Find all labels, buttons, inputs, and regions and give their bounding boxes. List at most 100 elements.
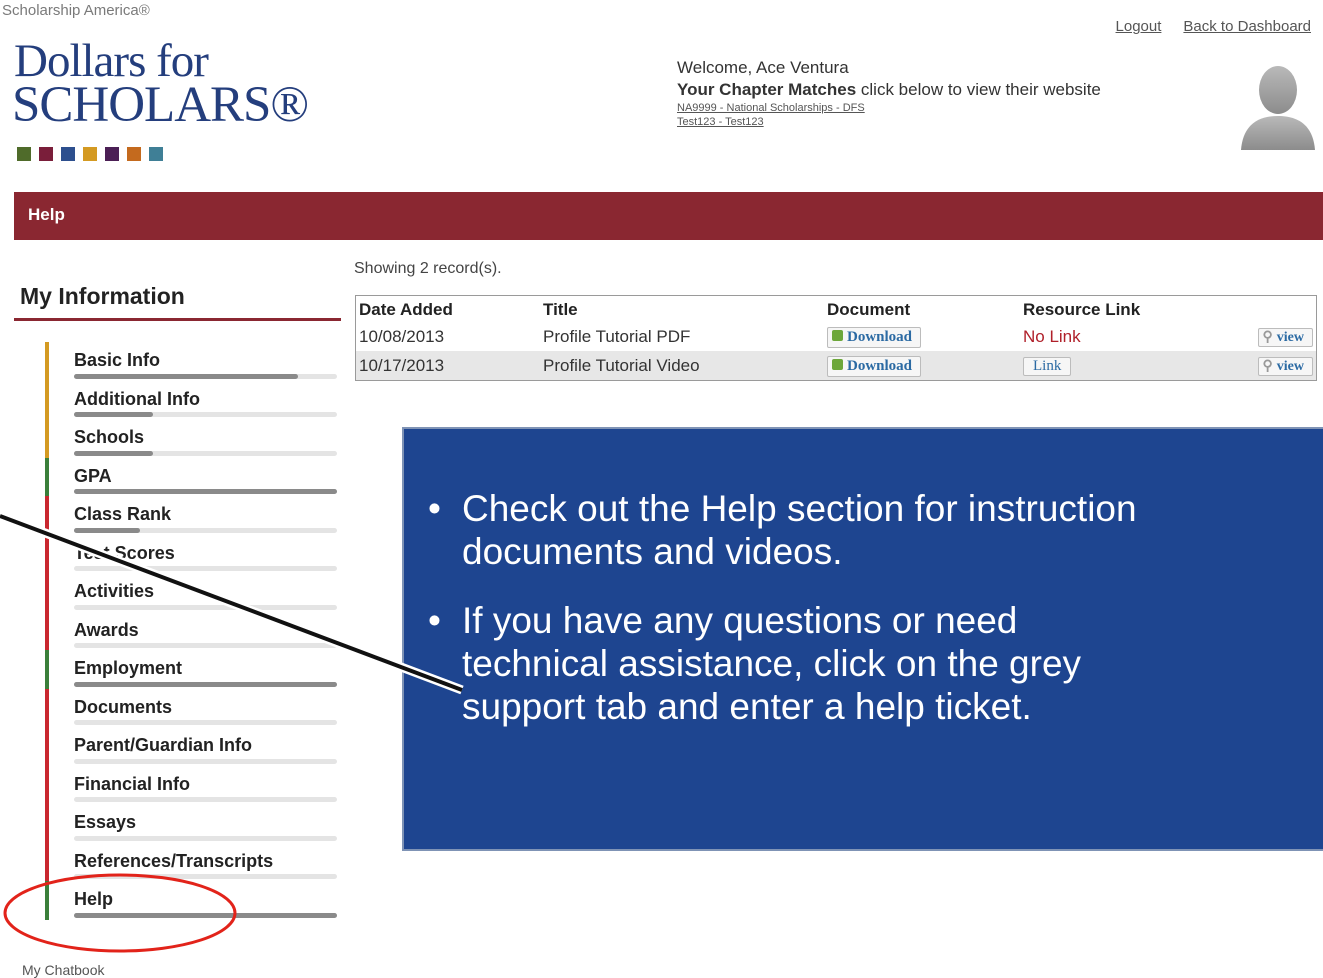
status-indicator xyxy=(45,688,49,727)
sidebar-item-label: Test Scores xyxy=(74,542,175,563)
callout-bullet-1-line-2: documents and videos. xyxy=(462,531,843,572)
table-row: 10/08/2013 Profile Tutorial PDF Download… xyxy=(356,322,1316,351)
status-indicator xyxy=(45,380,49,419)
back-to-dashboard-link[interactable]: Back to Dashboard xyxy=(1183,18,1311,35)
table-header-row: Date Added Title Document Resource Link xyxy=(356,296,1316,322)
help-callout: Check out the Help section for instructi… xyxy=(402,427,1323,851)
progress-track xyxy=(74,720,337,725)
sidebar-item-label: Financial Info xyxy=(74,773,191,794)
logo-square xyxy=(17,147,31,161)
callout-bullet-2: If you have any questions or need techni… xyxy=(404,599,1323,728)
sidebar-item-financial-info[interactable]: Financial Info xyxy=(45,765,341,804)
progress-track xyxy=(74,450,337,456)
chapter-link-2[interactable]: Test123 - Test123 xyxy=(677,116,1101,128)
sidebar-item-label: Parent/Guardian Info xyxy=(74,735,253,755)
cell-view: ⚲ view xyxy=(1246,322,1316,351)
download-button[interactable]: Download xyxy=(827,326,922,348)
progress-fill xyxy=(74,681,337,687)
magnifier-icon: ⚲ xyxy=(1262,330,1273,345)
sidebar-item-test-scores[interactable]: Test Scores xyxy=(45,534,341,573)
cell-title: Profile Tutorial PDF xyxy=(543,326,691,346)
records-count: Showing 2 record(s). xyxy=(354,260,502,277)
progress-track xyxy=(74,604,337,610)
welcome-greeting: Welcome, Ace Ventura xyxy=(677,58,849,77)
chapter-link-1[interactable]: NA9999 - National Scholarships - DFS xyxy=(677,102,1101,114)
col-resource-link: Resource Link xyxy=(1023,300,1141,319)
sidebar-item-references-transcripts[interactable]: References/Transcripts xyxy=(45,842,341,881)
sidebar-item-label: Schools xyxy=(74,427,145,447)
view-button[interactable]: ⚲ view xyxy=(1257,328,1313,347)
sidebar-item-label: GPA xyxy=(74,465,112,486)
status-indicator xyxy=(45,457,49,496)
cell-resource: No Link xyxy=(1020,322,1246,351)
top-links: Logout Back to Dashboard xyxy=(1116,18,1311,35)
logo-square xyxy=(105,147,119,161)
no-link-text: No Link xyxy=(1023,326,1081,346)
cell-resource: Link xyxy=(1020,351,1246,380)
status-indicator xyxy=(45,573,49,612)
sidebar-item-parent-guardian-info[interactable]: Parent/Guardian Info xyxy=(45,727,341,766)
logo-color-squares xyxy=(17,147,163,161)
progress-track xyxy=(74,681,337,687)
logo-square xyxy=(61,147,75,161)
progress-track xyxy=(74,874,337,879)
col-date-added: Date Added xyxy=(359,300,453,319)
chapter-matches-text: Your Chapter Matches click below to view… xyxy=(677,80,1101,100)
progress-track xyxy=(74,835,337,841)
sidebar-item-label: Activities xyxy=(74,581,155,601)
status-indicator xyxy=(45,804,49,843)
logout-link[interactable]: Logout xyxy=(1116,18,1162,35)
progress-fill xyxy=(74,527,140,533)
sidebar-bottom-label[interactable]: My Chatbook xyxy=(22,962,104,978)
sidebar-item-schools[interactable]: Schools xyxy=(45,419,341,458)
col-document: Document xyxy=(827,300,911,319)
sidebar-item-additional-info[interactable]: Additional Info xyxy=(45,380,341,419)
logo-square xyxy=(39,147,53,161)
sidebar-item-label: Additional Info xyxy=(74,388,200,409)
callout-bullet-2-line-2: technical assistance, click on the grey xyxy=(462,643,1082,684)
sidebar-item-awards[interactable]: Awards xyxy=(45,611,341,650)
welcome-panel: Welcome, Ace Ventura Your Chapter Matche… xyxy=(677,58,1101,128)
view-button[interactable]: ⚲ view xyxy=(1257,357,1313,376)
download-icon xyxy=(832,358,843,370)
progress-track xyxy=(74,527,337,533)
help-documents-table: Date Added Title Document Resource Link … xyxy=(355,295,1317,381)
progress-track xyxy=(74,412,337,417)
progress-track xyxy=(74,373,337,379)
logo-text-line2: SCHOLARS® xyxy=(12,77,309,133)
callout-bullet-1-line-1: Check out the Help section for instructi… xyxy=(462,488,1137,529)
sidebar-nav: Basic Info Additional Info Schools GPA Class… xyxy=(45,342,341,920)
progress-track xyxy=(74,489,337,494)
magnifier-icon: ⚲ xyxy=(1262,359,1273,374)
callout-bullet-1: Check out the Help section for instructi… xyxy=(404,487,1323,573)
avatar-icon[interactable] xyxy=(1237,60,1319,150)
status-indicator xyxy=(45,611,49,650)
resource-link-button[interactable]: Link xyxy=(1023,357,1072,376)
sidebar-item-basic-info[interactable]: Basic Info xyxy=(45,342,341,381)
sidebar-item-label: Help xyxy=(74,889,114,909)
section-title-bar: Help xyxy=(14,192,1323,240)
sidebar-item-help[interactable]: Help xyxy=(45,881,341,920)
progress-track xyxy=(74,758,337,764)
sidebar-item-employment[interactable]: Employment xyxy=(45,650,341,689)
sidebar-item-gpa[interactable]: GPA xyxy=(45,457,341,496)
sidebar-title: My Information xyxy=(20,283,185,309)
logo-square xyxy=(83,147,97,161)
chapter-matches-heading: Your Chapter Matches xyxy=(677,80,857,99)
section-title: Help xyxy=(28,205,65,224)
progress-fill xyxy=(74,450,153,456)
col-view xyxy=(1246,296,1316,322)
logo-square xyxy=(149,147,163,161)
download-button[interactable]: Download xyxy=(827,355,922,377)
status-indicator xyxy=(45,534,49,573)
progress-fill xyxy=(74,489,337,494)
sidebar-item-class-rank[interactable]: Class Rank xyxy=(45,496,341,535)
progress-fill xyxy=(74,912,337,918)
sidebar-item-essays[interactable]: Essays xyxy=(45,804,341,843)
view-label: view xyxy=(1276,359,1304,374)
cell-date: 10/17/2013 xyxy=(356,351,540,380)
callout-bullet-2-line-3: support tab and enter a help ticket. xyxy=(462,686,1032,727)
sidebar-item-documents[interactable]: Documents xyxy=(45,688,341,727)
sidebar-item-activities[interactable]: Activities xyxy=(45,573,341,612)
table-row: 10/17/2013 Profile Tutorial Video Downlo… xyxy=(356,351,1316,380)
